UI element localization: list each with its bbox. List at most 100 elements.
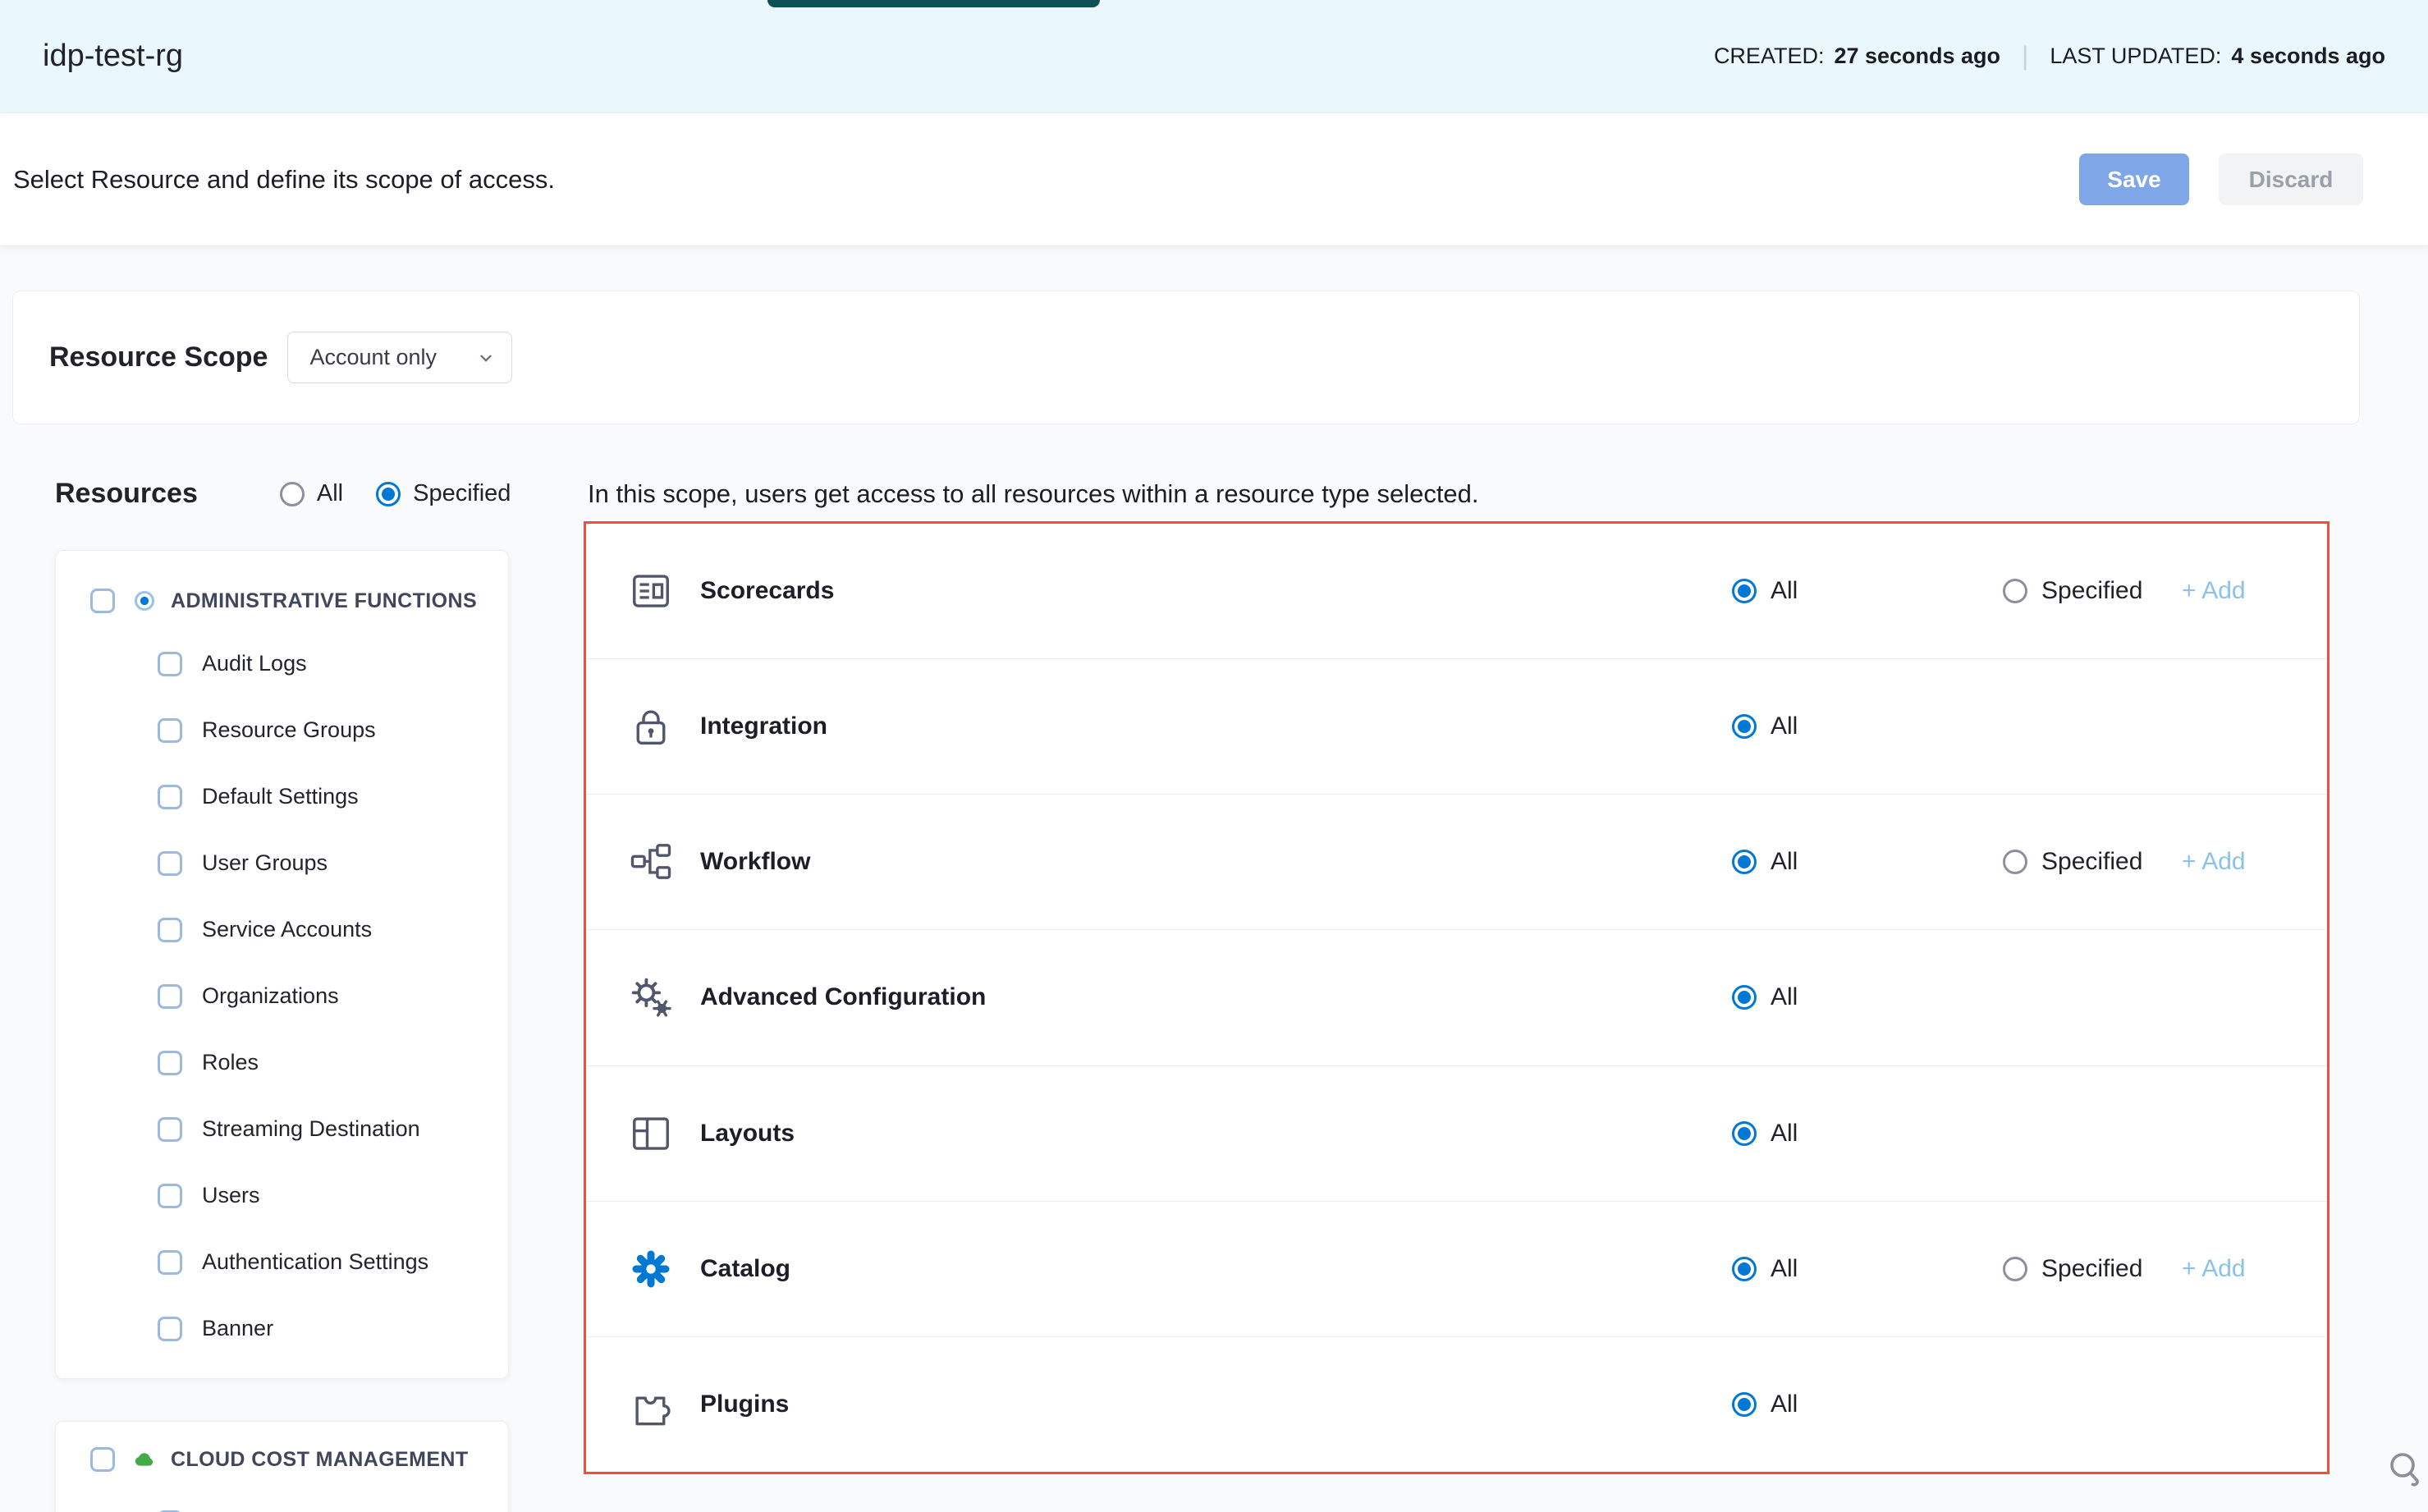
page-header: idp-test-rg CREATED: 27 seconds ago | LA… (0, 0, 2428, 113)
content-area: Resource Scope Account only Resources Al… (0, 246, 2428, 1512)
cloud-cost-icon (133, 1448, 156, 1471)
radio-icon[interactable] (1732, 714, 1757, 739)
resource-item-label: User Groups (202, 850, 328, 876)
resource-type-label: Scorecards (700, 577, 834, 605)
radio-icon[interactable] (1732, 985, 1757, 1010)
radio-all-label: All (1771, 577, 1798, 605)
radio-icon[interactable] (2003, 579, 2027, 603)
catalog-icon (629, 1247, 673, 1291)
radio-specified[interactable]: Specified (2003, 848, 2142, 876)
help-widget-icon[interactable] (2385, 1448, 2425, 1487)
checkbox[interactable] (158, 1184, 182, 1208)
checkbox[interactable] (158, 785, 182, 809)
resource-item-row[interactable]: Roles (56, 1029, 508, 1096)
plugins-icon (629, 1382, 673, 1427)
resource-item-row[interactable]: Service Accounts (56, 896, 508, 963)
resource-item-row[interactable]: Audit Logs (56, 630, 508, 697)
resource-item-row[interactable]: Default Settings (56, 763, 508, 830)
resource-group-header[interactable]: CLOUD COST MANAGEMENT (56, 1430, 508, 1489)
radio-specified[interactable]: Specified (2003, 577, 2142, 605)
resources-radio-specified[interactable]: Specified (376, 480, 511, 507)
resource-group-card-cloud-cost: CLOUD COST MANAGEMENT Recommendations (55, 1421, 509, 1512)
resource-item-label: Users (202, 1183, 260, 1208)
radio-all-label: All (1771, 712, 1798, 740)
resource-group-label: ADMINISTRATIVE FUNCTIONS (171, 589, 477, 613)
layouts-icon (629, 1111, 673, 1156)
radio-all-label: All (1771, 848, 1798, 876)
admin-functions-icon (133, 589, 156, 612)
page-title: idp-test-rg (43, 39, 183, 74)
resource-item-row[interactable]: Recommendations (56, 1489, 508, 1512)
radio-specified-label: Specified (413, 480, 511, 507)
radio-icon[interactable] (376, 482, 401, 506)
radio-all[interactable]: All (1732, 848, 1798, 876)
created-label: CREATED: (1714, 44, 1825, 69)
checkbox[interactable] (158, 918, 182, 942)
radio-all-label: All (1771, 1391, 1798, 1418)
radio-icon[interactable] (1732, 1121, 1757, 1146)
radio-all[interactable]: All (1732, 1255, 1798, 1283)
resource-type-row-catalog: Catalog All Specified + Add (586, 1202, 2327, 1337)
resource-type-label: Plugins (700, 1391, 789, 1418)
toolbar-description: Select Resource and define its scope of … (13, 165, 2079, 195)
resources-header: Resources All Specified (55, 478, 511, 510)
resource-item-label: Streaming Destination (202, 1116, 420, 1142)
resource-group-page: idp-test-rg CREATED: 27 seconds ago | LA… (0, 0, 2428, 1512)
action-toolbar: Select Resource and define its scope of … (0, 113, 2428, 246)
radio-icon[interactable] (2003, 850, 2027, 874)
resource-item-row[interactable]: Organizations (56, 963, 508, 1029)
resource-scope-label: Resource Scope (49, 341, 268, 373)
resource-group-card-admin: ADMINISTRATIVE FUNCTIONS Audit Logs Reso… (55, 550, 509, 1379)
radio-icon[interactable] (1732, 850, 1757, 874)
checkbox[interactable] (158, 1250, 182, 1275)
add-link[interactable]: + Add (2182, 848, 2246, 876)
resource-item-row[interactable]: Resource Groups (56, 697, 508, 763)
resource-item-row[interactable]: Banner (56, 1295, 508, 1362)
resource-scope-dropdown[interactable]: Account only (287, 332, 512, 383)
radio-icon[interactable] (2003, 1257, 2027, 1281)
created-value: 27 seconds ago (1834, 44, 2000, 69)
checkbox[interactable] (158, 718, 182, 743)
radio-icon[interactable] (1732, 1257, 1757, 1281)
advanced-config-icon (629, 975, 673, 1019)
resource-item-row[interactable]: Authentication Settings (56, 1229, 508, 1295)
discard-button[interactable]: Discard (2219, 153, 2363, 205)
checkbox[interactable] (158, 1051, 182, 1075)
radio-all-label: All (1771, 1120, 1798, 1148)
resource-type-row-plugins: Plugins All (586, 1337, 2327, 1472)
radio-all[interactable]: All (1732, 1120, 1798, 1148)
checkbox[interactable] (90, 589, 115, 613)
radio-icon[interactable] (1732, 579, 1757, 603)
radio-icon[interactable] (1732, 1392, 1757, 1417)
radio-all-label: All (1771, 983, 1798, 1011)
resource-type-row-scorecards: Scorecards All Specified + Add (586, 524, 2327, 659)
radio-all[interactable]: All (1732, 1391, 1798, 1418)
radio-all[interactable]: All (1732, 577, 1798, 605)
chevron-down-icon (477, 349, 495, 367)
meta-divider: | (2022, 41, 2028, 71)
checkbox[interactable] (90, 1447, 115, 1472)
checkbox[interactable] (158, 851, 182, 876)
radio-all-label: All (1771, 1255, 1798, 1283)
resource-types-box: Scorecards All Specified + Add Integrati… (584, 521, 2330, 1474)
add-link[interactable]: + Add (2182, 577, 2246, 605)
add-link[interactable]: + Add (2182, 1255, 2246, 1283)
checkbox[interactable] (158, 1317, 182, 1341)
save-button[interactable]: Save (2079, 153, 2189, 205)
checkbox[interactable] (158, 984, 182, 1009)
resource-item-label: Roles (202, 1050, 259, 1075)
checkbox[interactable] (158, 652, 182, 676)
radio-specified[interactable]: Specified (2003, 1255, 2142, 1283)
checkbox[interactable] (158, 1117, 182, 1142)
radio-all[interactable]: All (1732, 983, 1798, 1011)
resource-item-label: Authentication Settings (202, 1249, 428, 1275)
resource-item-row[interactable]: User Groups (56, 830, 508, 896)
resource-item-row[interactable]: Users (56, 1162, 508, 1229)
resource-item-label: Organizations (202, 983, 339, 1009)
radio-icon[interactable] (280, 482, 305, 506)
resources-radio-all[interactable]: All (280, 480, 343, 507)
resource-group-header[interactable]: ADMINISTRATIVE FUNCTIONS (56, 571, 508, 630)
resource-type-label: Workflow (700, 848, 810, 876)
resource-item-row[interactable]: Streaming Destination (56, 1096, 508, 1162)
radio-all[interactable]: All (1732, 712, 1798, 740)
